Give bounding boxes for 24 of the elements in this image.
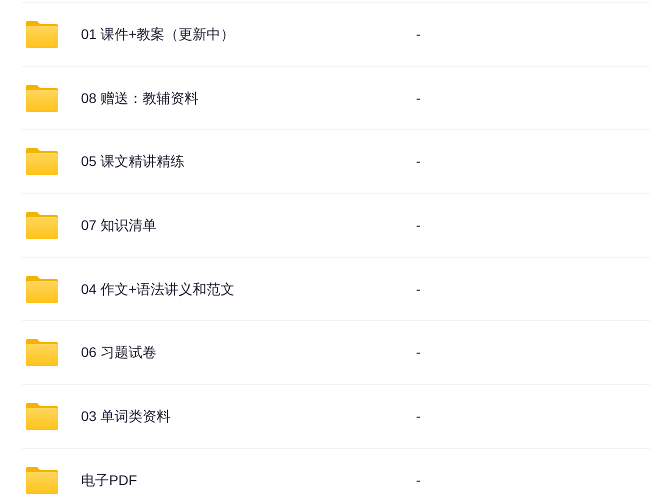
file-name[interactable]: 电子PDF (81, 470, 411, 491)
file-name[interactable]: 03 单词类资料 (81, 406, 411, 427)
file-name[interactable]: 04 作文+语法讲义和范文 (81, 278, 411, 300)
file-name[interactable]: 05 课文精讲精练 (81, 151, 411, 172)
file-name[interactable]: 08 赠送：教辅资料 (81, 88, 411, 109)
file-size: - (416, 152, 421, 172)
folder-icon (26, 466, 58, 494)
file-size: - (416, 343, 421, 362)
folder-icon (26, 339, 58, 366)
folder-icon (26, 276, 58, 303)
folder-icon (26, 148, 58, 176)
file-size: - (416, 280, 421, 299)
folder-icon (26, 402, 58, 430)
folder-icon (26, 20, 58, 48)
file-size: - (416, 216, 421, 235)
file-name[interactable]: 01 课件+教案（更新中） (81, 24, 411, 45)
file-size: - (416, 88, 421, 108)
file-name[interactable]: 07 知识清单 (81, 214, 411, 236)
file-size: - (416, 24, 421, 44)
folder-icon (26, 84, 58, 112)
file-size: - (416, 470, 421, 490)
folder-icon (26, 212, 58, 239)
file-size: - (416, 406, 421, 426)
file-name[interactable]: 06 习题试卷 (81, 342, 411, 364)
